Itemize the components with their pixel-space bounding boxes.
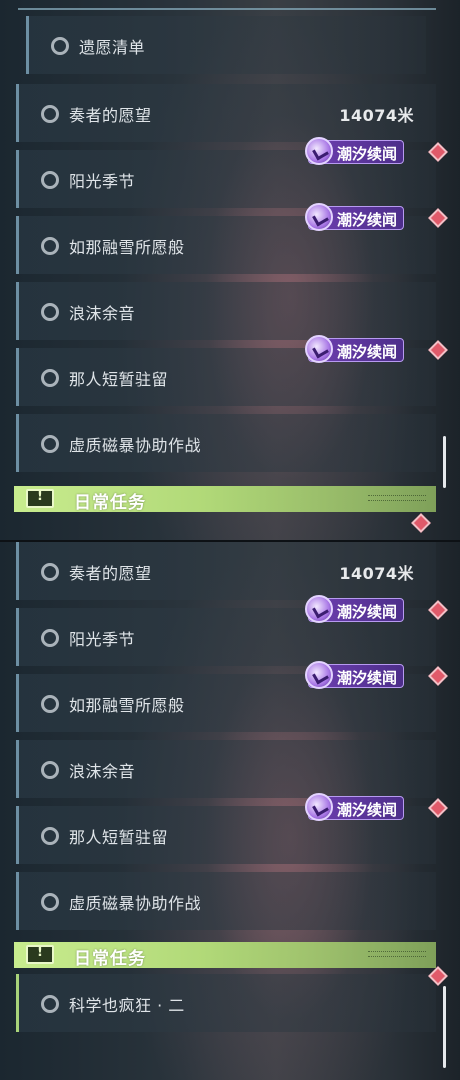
quest-label: 奏者的愿望: [69, 564, 152, 583]
quest-label: 浪沫余音: [69, 304, 136, 323]
quest-row-zouzhe[interactable]: 奏者的愿望 14074米: [16, 542, 436, 600]
daily-task-row-science[interactable]: 科学也疯狂 · 二: [16, 966, 448, 1032]
badge-text: 潮汐续闻: [337, 669, 398, 687]
tidal-tales-badge: 潮汐续闻: [305, 661, 404, 689]
circle-icon: [41, 369, 59, 387]
tidal-tales-logo-icon: [305, 335, 333, 363]
quest-label: 科学也疯狂 · 二: [69, 996, 185, 1015]
quest-label: 虚质磁暴协助作战: [69, 436, 202, 455]
panel-top-border: [18, 8, 436, 10]
quest-label: 那人短暂驻留: [69, 828, 169, 847]
tidal-tales-badge: 潮汐续闻: [305, 203, 404, 231]
wish-list-row[interactable]: 遗愿清单: [26, 16, 426, 74]
quest-distance: 14074米: [339, 564, 414, 583]
circle-icon: [41, 827, 59, 845]
circle-icon: [41, 171, 59, 189]
quest-label: 如那融雪所愿般: [69, 238, 185, 257]
quest-row-brief-stay[interactable]: 那人短暂驻留 潮汐续闻: [16, 335, 448, 406]
quest-label: 奏者的愿望: [69, 106, 152, 125]
exclamation-icon: [26, 945, 54, 964]
circle-icon: [41, 303, 59, 321]
badge-text: 潮汐续闻: [337, 801, 398, 819]
quest-distance: 14074米: [339, 106, 414, 125]
section-label: 日常任务: [74, 493, 146, 513]
diamond-marker-icon: [428, 966, 448, 986]
badge-text: 潮汐续闻: [337, 603, 398, 621]
circle-icon: [41, 435, 59, 453]
quest-label: 虚质磁暴协助作战: [69, 894, 202, 913]
badge-text: 潮汐续闻: [337, 343, 398, 361]
quest-row-sunshine[interactable]: 阳光季节 潮汐续闻: [16, 595, 448, 666]
header-decoration: [368, 951, 426, 957]
quest-row-zouzhe[interactable]: 奏者的愿望 14074米: [16, 84, 436, 142]
circle-icon: [51, 37, 69, 55]
exclamation-icon: [26, 489, 54, 508]
tidal-tales-logo-icon: [305, 137, 333, 165]
daily-tasks-header[interactable]: 日常任务: [14, 486, 436, 513]
badge-text: 潮汐续闻: [337, 145, 398, 163]
circle-icon: [41, 995, 59, 1013]
quest-row-snowmelt[interactable]: 如那融雪所愿般 潮汐续闻: [16, 203, 448, 274]
tidal-tales-badge: 潮汐续闻: [305, 793, 404, 821]
circle-icon: [41, 563, 59, 581]
diamond-marker-icon: [428, 208, 448, 228]
badge-text: 潮汐续闻: [337, 211, 398, 229]
quest-label: 那人短暂驻留: [69, 370, 169, 389]
section-label: 日常任务: [74, 949, 146, 969]
tidal-tales-badge: 潮汐续闻: [305, 335, 404, 363]
tidal-tales-logo-icon: [305, 793, 333, 821]
diamond-marker-icon: [428, 340, 448, 360]
quest-row-sunshine[interactable]: 阳光季节 潮汐续闻: [16, 137, 448, 208]
circle-icon: [41, 629, 59, 647]
quest-label: 如那融雪所愿般: [69, 696, 185, 715]
quest-row-foam[interactable]: 浪沫余音: [16, 740, 436, 798]
quest-panel-top: 遗愿清单 奏者的愿望 14074米 阳光季节 潮汐续闻 如那融雪所愿般 潮汐续闻…: [0, 0, 460, 540]
diamond-marker-icon: [428, 600, 448, 620]
quest-row-foam[interactable]: 浪沫余音: [16, 282, 436, 340]
tidal-tales-badge: 潮汐续闻: [305, 595, 404, 623]
diamond-marker-icon: [428, 666, 448, 686]
tidal-tales-badge: 潮汐续闻: [305, 137, 404, 165]
circle-icon: [41, 695, 59, 713]
circle-icon: [41, 761, 59, 779]
quest-row-brief-stay[interactable]: 那人短暂驻留 潮汐续闻: [16, 793, 448, 864]
quest-label: 阳光季节: [69, 630, 136, 649]
circle-icon: [41, 105, 59, 123]
quest-row-storm[interactable]: 虚质磁暴协助作战: [16, 414, 436, 472]
quest-label: 遗愿清单: [79, 38, 146, 57]
diamond-marker-icon: [428, 798, 448, 818]
tidal-tales-logo-icon: [305, 661, 333, 689]
header-decoration: [368, 495, 426, 501]
quest-row-snowmelt[interactable]: 如那融雪所愿般 潮汐续闻: [16, 661, 448, 732]
quest-label: 阳光季节: [69, 172, 136, 191]
daily-tasks-header[interactable]: 日常任务: [14, 942, 436, 969]
circle-icon: [41, 237, 59, 255]
tidal-tales-logo-icon: [305, 595, 333, 623]
diamond-marker-icon: [428, 142, 448, 162]
quest-label: 浪沫余音: [69, 762, 136, 781]
circle-icon: [41, 893, 59, 911]
quest-panel-bottom: 奏者的愿望 14074米 阳光季节 潮汐续闻 如那融雪所愿般 潮汐续闻 浪沫余音…: [0, 540, 460, 1080]
tidal-tales-logo-icon: [305, 203, 333, 231]
quest-row-storm[interactable]: 虚质磁暴协助作战: [16, 872, 436, 930]
diamond-marker-icon: [411, 513, 431, 533]
scrollbar[interactable]: [443, 986, 446, 1068]
scrollbar[interactable]: [443, 436, 446, 488]
